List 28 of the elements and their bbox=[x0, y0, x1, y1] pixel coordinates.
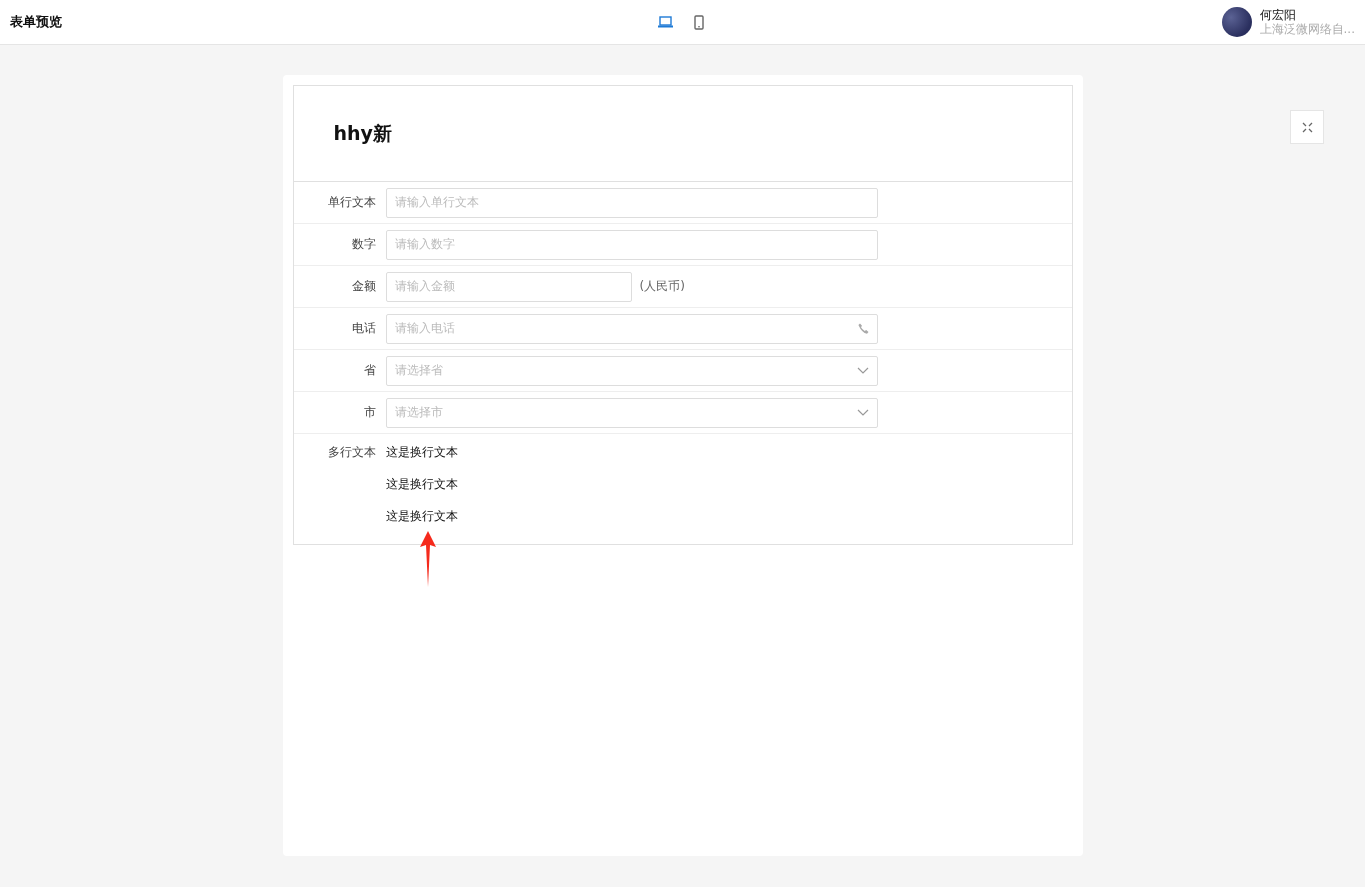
field-label: 电话 bbox=[350, 320, 377, 337]
field-label: 多行文本 bbox=[326, 444, 377, 461]
chevron-down-icon bbox=[856, 367, 869, 374]
page-title: 表单预览 bbox=[10, 13, 63, 31]
user-name: 何宏阳 bbox=[1259, 8, 1297, 22]
user-organization: 上海泛微网络自... bbox=[1259, 22, 1355, 36]
field-label: 省 bbox=[362, 362, 377, 379]
field-label: 金额 bbox=[350, 278, 377, 295]
expand-arrows-icon bbox=[1301, 121, 1313, 133]
multiline-text: 这是换行文本 bbox=[385, 508, 458, 524]
field-label: 数字 bbox=[350, 236, 377, 253]
phone-icon bbox=[694, 14, 705, 30]
chevron-down-icon bbox=[856, 409, 869, 416]
multiline-text: 这是换行文本 bbox=[385, 476, 458, 492]
user-avatar[interactable] bbox=[1221, 7, 1252, 37]
input-field[interactable]: 请输入数字 bbox=[385, 229, 878, 260]
currency-suffix: (人民币) bbox=[639, 278, 685, 295]
laptop-icon bbox=[658, 16, 673, 28]
input-field[interactable]: 请输入单行文本 bbox=[385, 187, 878, 218]
select-field[interactable]: 请选择省 bbox=[385, 355, 878, 386]
select-field[interactable]: 请选择市 bbox=[385, 397, 878, 428]
field-label: 单行文本 bbox=[326, 194, 377, 211]
multiline-text: 这是换行文本 bbox=[385, 444, 458, 460]
form-title: hhy新 bbox=[293, 86, 1072, 182]
phone-handset-icon bbox=[857, 323, 869, 334]
input-field[interactable]: 请输入电话 bbox=[385, 313, 878, 344]
field-label: 市 bbox=[362, 404, 377, 421]
input-field[interactable]: 请输入金额 bbox=[385, 271, 632, 302]
